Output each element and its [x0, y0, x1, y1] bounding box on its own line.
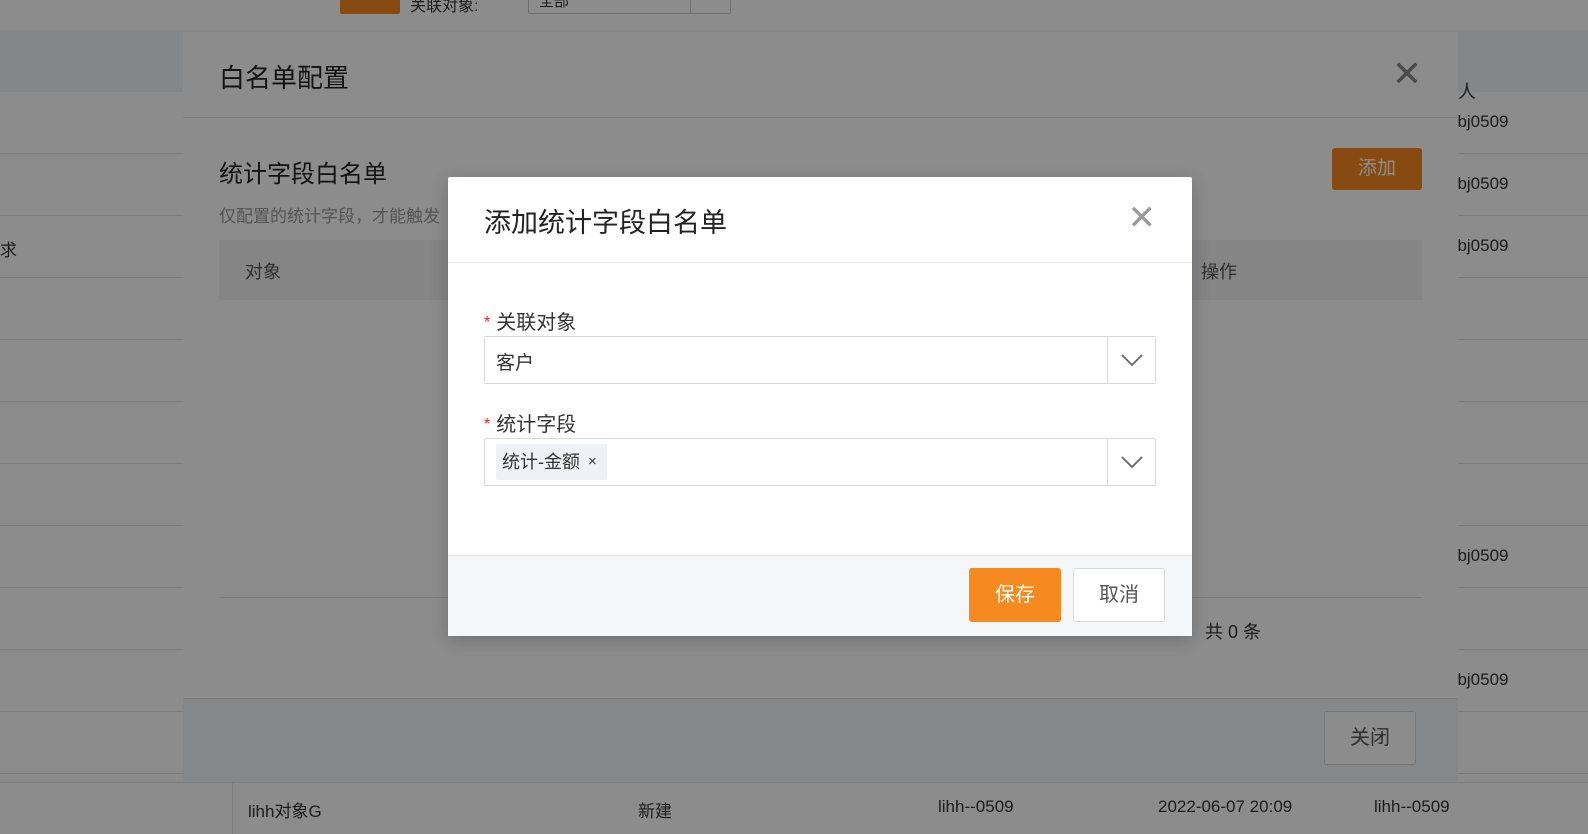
related-object-select[interactable]: 客户: [484, 336, 1156, 384]
cancel-button[interactable]: 取消: [1073, 568, 1165, 622]
close-icon[interactable]: ✕: [1128, 201, 1157, 235]
save-button[interactable]: 保存: [969, 568, 1061, 622]
related-object-label-text: 关联对象: [496, 312, 577, 334]
chevron-down-icon[interactable]: [1107, 439, 1155, 485]
stat-field-label: * 统计字段: [484, 408, 576, 437]
stat-field-label-text: 统计字段: [496, 414, 577, 436]
required-mark: *: [484, 416, 491, 433]
related-object-label: * 关联对象: [484, 306, 576, 335]
stat-field-multiselect[interactable]: 统计-金额 ×: [484, 438, 1156, 486]
modal-header: 添加统计字段白名单 ✕: [448, 177, 1192, 263]
modal-title: 添加统计字段白名单: [484, 208, 727, 238]
chevron-down-icon[interactable]: [1107, 337, 1155, 383]
modal-footer: 保存 取消: [448, 555, 1192, 636]
selected-tag-label: 统计-金额: [502, 452, 580, 472]
tag-remove-icon[interactable]: ×: [588, 453, 597, 470]
selected-tag: 统计-金额 ×: [496, 444, 607, 480]
related-object-value: 客户: [496, 353, 535, 374]
add-whitelist-modal: 添加统计字段白名单 ✕ * 关联对象 客户 * 统计字段 统计-金额 × 保存 取消: [448, 177, 1192, 636]
required-mark: *: [484, 314, 491, 331]
